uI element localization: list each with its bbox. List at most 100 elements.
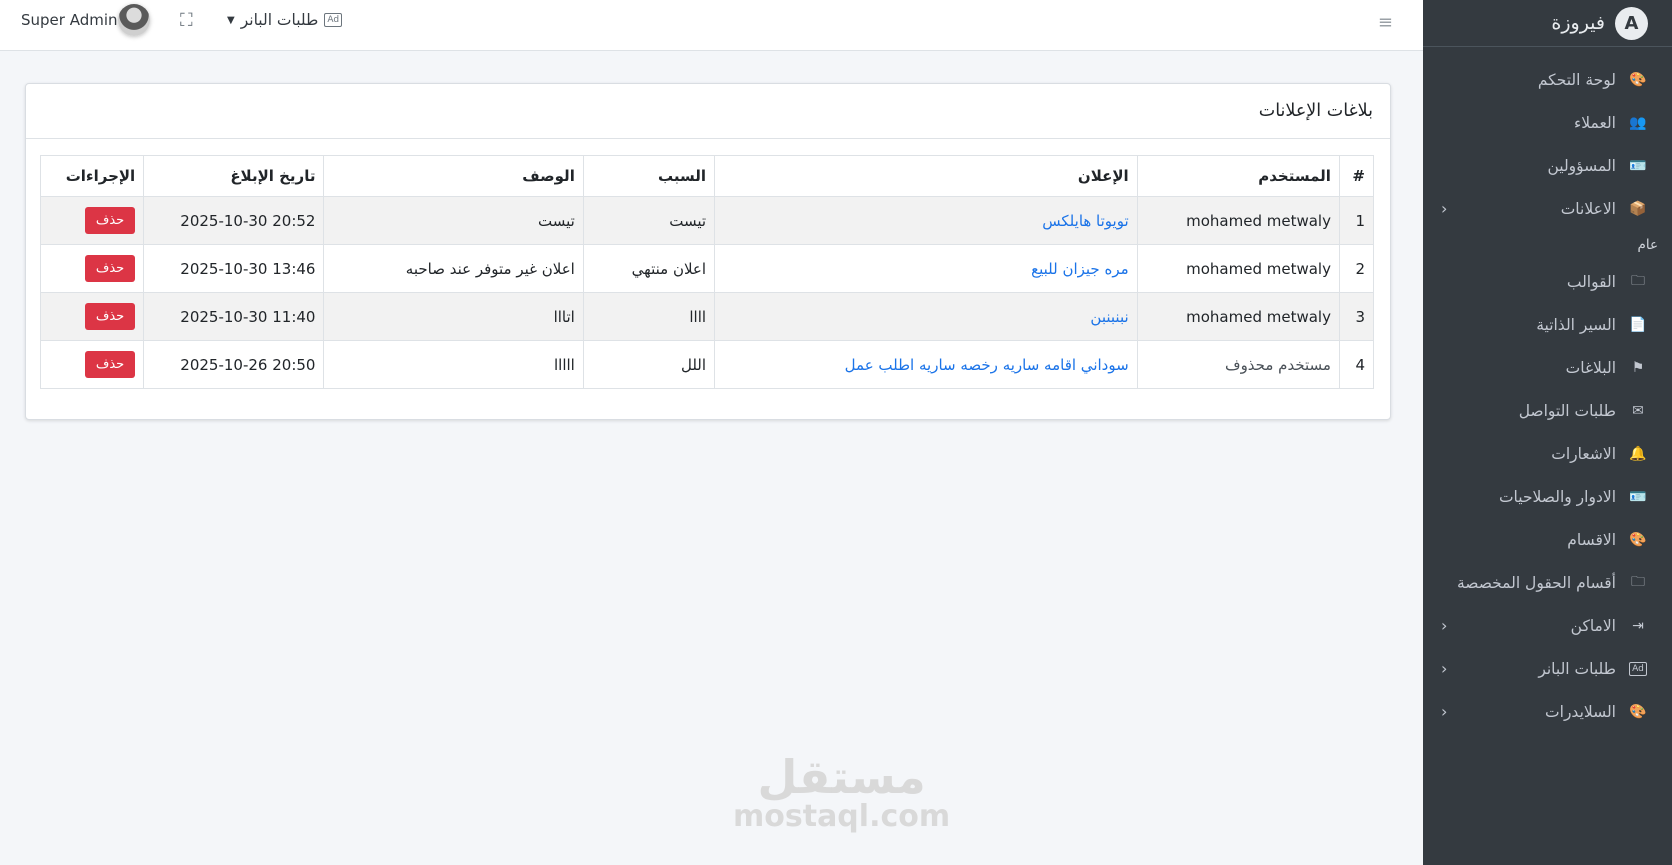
sidebar-item-categories[interactable]: 🎨 الاقسام — [1423, 518, 1672, 561]
sidebar-item-label: الادوار والصلاحيات — [1498, 487, 1616, 506]
report-date: 2025-10-30 20:52 — [180, 211, 316, 230]
ad-icon: Ad — [1629, 661, 1647, 676]
cell-date: 2025-10-30 20:52 — [143, 196, 325, 245]
delete-button[interactable]: حذف — [84, 303, 136, 330]
watermark-arabic: مستقل — [757, 750, 926, 804]
sidebar-item-banner-requests[interactable]: Ad طلبات البانر ‹ — [1423, 647, 1672, 690]
brand-name: فيروزة — [1551, 12, 1605, 34]
cell-date: 2025-10-26 20:50 — [143, 340, 325, 389]
sidebar-item-reports[interactable]: ⚑ البلاغات — [1423, 346, 1672, 389]
top-navbar: Super Admin ⛶ Ad طلبات البانر ▼ ≡ — [0, 0, 1423, 51]
ad-link[interactable]: تويوتا هايلكس — [1042, 212, 1128, 230]
table-row: 2 mohamed metwaly مره جيزان للبيع اعلان … — [39, 244, 1375, 293]
box-icon: 📦 — [1629, 200, 1647, 217]
folder-plus-icon: 🗀 — [1631, 573, 1645, 590]
banner-requests-label: طلبات البانر — [240, 11, 319, 29]
sidebar-item-sliders[interactable]: 🎨 السلايدرات ‹ — [1423, 690, 1672, 733]
cell-description: ااااا — [323, 340, 584, 389]
cell-user: مستخدم محذوف — [1136, 340, 1340, 389]
sidebar-item-custom-fields[interactable]: 🗀 أقسام الحقول المخصصة — [1423, 561, 1672, 604]
file-user-icon: 📄 — [1629, 316, 1647, 333]
sidebar-item-label: الاماكن — [1570, 616, 1616, 635]
sidebar-item-roles[interactable]: 🪪 الادوار والصلاحيات — [1423, 475, 1672, 518]
ad-reports-card: بلاغات الإعلانات # المستخدم الإعلان السب… — [25, 83, 1391, 420]
palette-icon: 🎨 — [1629, 71, 1647, 88]
sidebar-item-notifications[interactable]: 🔔 الاشعارات — [1423, 432, 1672, 475]
cell-reason: اااا — [582, 292, 716, 341]
cell-reason: اللل — [582, 340, 716, 389]
cell-date: 2025-10-30 13:46 — [143, 244, 325, 293]
sidebar-item-places[interactable]: ⇥ الاماكن ‹ — [1423, 604, 1672, 647]
delete-button[interactable]: حذف — [84, 255, 136, 282]
id-card-icon: 🪪 — [1629, 157, 1647, 174]
admin-name[interactable]: Super Admin — [21, 11, 118, 29]
fullscreen-icon[interactable]: ⛶ — [180, 10, 193, 31]
cell-number: 4 — [1338, 340, 1375, 389]
table-header-row: # المستخدم الإعلان السبب الوصف تاريخ الإ… — [39, 155, 1375, 197]
ad-link[interactable]: سوداني اقامه ساريه رخصه ساريه اطلب عمل — [845, 356, 1129, 374]
banner-requests-dropdown[interactable]: Ad طلبات البانر ▼ — [227, 11, 343, 29]
watermark-latin: mostaql.com — [733, 799, 951, 834]
column-header-ad: الإعلان — [714, 155, 1138, 197]
sidebar-item-dashboard[interactable]: 🎨 لوحة التحكم — [1423, 58, 1672, 101]
brand[interactable]: A فيروزة — [1423, 0, 1672, 47]
ad-badge: Ad — [1629, 661, 1647, 676]
sidebar-nav: 🎨 لوحة التحكم 👥 العملاء 🪪 المسؤولين 📦 ال… — [1423, 47, 1672, 733]
cell-actions: حذف — [39, 340, 145, 389]
folder-icon: 🗀 — [1631, 272, 1645, 289]
palette-icon: 🎨 — [1629, 531, 1647, 548]
sign-in-icon: ⇥ — [1632, 617, 1644, 634]
chevron-left-icon: ‹ — [1441, 199, 1448, 218]
cell-actions: حذف — [39, 292, 145, 341]
report-date: 2025-10-30 11:40 — [180, 307, 316, 326]
sidebar-item-admins[interactable]: 🪪 المسؤولين — [1423, 144, 1672, 187]
sidebar-item-label: الاقسام — [1567, 530, 1616, 549]
sidebar-item-label: البلاغات — [1565, 358, 1616, 377]
table-row: 1 mohamed metwaly تويوتا هايلكس تيست تيس… — [39, 196, 1375, 245]
cell-description: تيست — [323, 196, 584, 245]
user-name: mohamed metwaly — [1186, 307, 1331, 326]
sidebar-item-label: السير الذاتية — [1536, 315, 1616, 334]
user-avatar[interactable] — [118, 4, 150, 36]
sidebar-item-customers[interactable]: 👥 العملاء — [1423, 101, 1672, 144]
sidebar-item-ads[interactable]: 📦 الاعلانات ‹ — [1423, 187, 1672, 230]
sidebar-item-contact-requests[interactable]: ✉ طلبات التواصل — [1423, 389, 1672, 432]
cell-user: mohamed metwaly — [1136, 244, 1340, 293]
cell-ad: تويوتا هايلكس — [714, 196, 1138, 245]
palette-icon: 🎨 — [1629, 703, 1647, 720]
sidebar-item-cvs[interactable]: 📄 السير الذاتية — [1423, 303, 1672, 346]
ad-link[interactable]: نبنبنبن — [1090, 308, 1128, 326]
column-header-reason: السبب — [582, 155, 716, 197]
cell-number: 1 — [1338, 196, 1375, 245]
cell-reason: تيست — [582, 196, 716, 245]
column-header-user: المستخدم — [1136, 155, 1340, 197]
cell-description: اعلان غير متوفر عند صاحبه — [323, 244, 584, 293]
table-row: 4 مستخدم محذوف سوداني اقامه ساريه رخصه س… — [39, 340, 1375, 389]
cell-description: اتااا — [323, 292, 584, 341]
ad-link[interactable]: مره جيزان للبيع — [1031, 260, 1129, 278]
chevron-left-icon: ‹ — [1441, 659, 1448, 678]
sidebar-item-label: العملاء — [1573, 113, 1616, 132]
brand-logo-icon: A — [1615, 6, 1648, 40]
column-header-actions: الإجراءات — [39, 155, 145, 197]
cell-ad: نبنبنبن — [714, 292, 1138, 341]
hamburger-menu-icon[interactable]: ≡ — [1378, 12, 1393, 33]
delete-button[interactable]: حذف — [84, 351, 136, 378]
card-title: بلاغات الإعلانات — [26, 84, 1390, 139]
sidebar-item-label: السلايدرات — [1545, 702, 1616, 721]
user-name: mohamed metwaly — [1186, 259, 1331, 278]
sidebar-section-general: عام — [1637, 237, 1658, 253]
cell-number: 3 — [1338, 292, 1375, 341]
report-date: 2025-10-30 13:46 — [180, 259, 316, 278]
sidebar-item-label: القوالب — [1566, 272, 1616, 291]
sidebar-item-templates[interactable]: 🗀 القوالب — [1423, 260, 1672, 303]
ad-icon: Ad — [324, 13, 343, 27]
sidebar-item-label: الاشعارات — [1551, 444, 1616, 463]
sidebar-item-label: لوحة التحكم — [1537, 70, 1616, 89]
sidebar: A فيروزة 🎨 لوحة التحكم 👥 العملاء 🪪 المسؤ… — [1423, 0, 1672, 865]
chevron-left-icon: ‹ — [1441, 702, 1448, 721]
mostaql-watermark: مستقل mostaql.com — [733, 752, 950, 832]
delete-button[interactable]: حذف — [84, 207, 136, 234]
sidebar-item-label: طلبات البانر — [1538, 659, 1616, 678]
caret-down-icon: ▼ — [227, 14, 235, 26]
